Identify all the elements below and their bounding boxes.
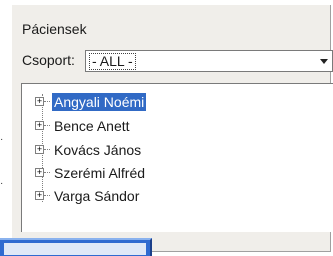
expand-plus-icon[interactable]: + xyxy=(35,97,44,106)
chevron-down-icon[interactable] xyxy=(320,59,328,64)
group-label: Csoport: xyxy=(22,52,75,68)
panel-title: Páciensek xyxy=(22,21,87,37)
tree-connector xyxy=(44,195,50,196)
bottom-button[interactable] xyxy=(0,238,152,256)
tree-connector xyxy=(44,149,50,150)
edge-dot-mark: · xyxy=(0,178,4,189)
bottom-button-face xyxy=(4,243,146,255)
tree-item-label[interactable]: Varga Sándor xyxy=(52,187,141,205)
tree-connector xyxy=(44,125,50,126)
tree-item-label[interactable]: Bence Anett xyxy=(52,117,132,135)
tree-connector xyxy=(44,101,50,102)
edge-dot-mark: · xyxy=(0,134,4,145)
tree-connector xyxy=(44,172,50,173)
patient-tree[interactable]: + Angyali Noémi + Bence Anett + Kovács J… xyxy=(21,83,333,232)
group-dropdown[interactable]: - ALL - xyxy=(85,50,333,72)
tree-item-label[interactable]: Angyali Noémi xyxy=(52,93,147,111)
expand-plus-icon[interactable]: + xyxy=(35,191,44,200)
group-dropdown-value: - ALL - xyxy=(89,53,136,70)
tree-item-label[interactable]: Szerémi Alfréd xyxy=(52,164,147,182)
tree-item-label[interactable]: Kovács János xyxy=(52,141,143,159)
expand-plus-icon[interactable]: + xyxy=(35,168,44,177)
expand-plus-icon[interactable]: + xyxy=(35,145,44,154)
expand-plus-icon[interactable]: + xyxy=(35,121,44,130)
